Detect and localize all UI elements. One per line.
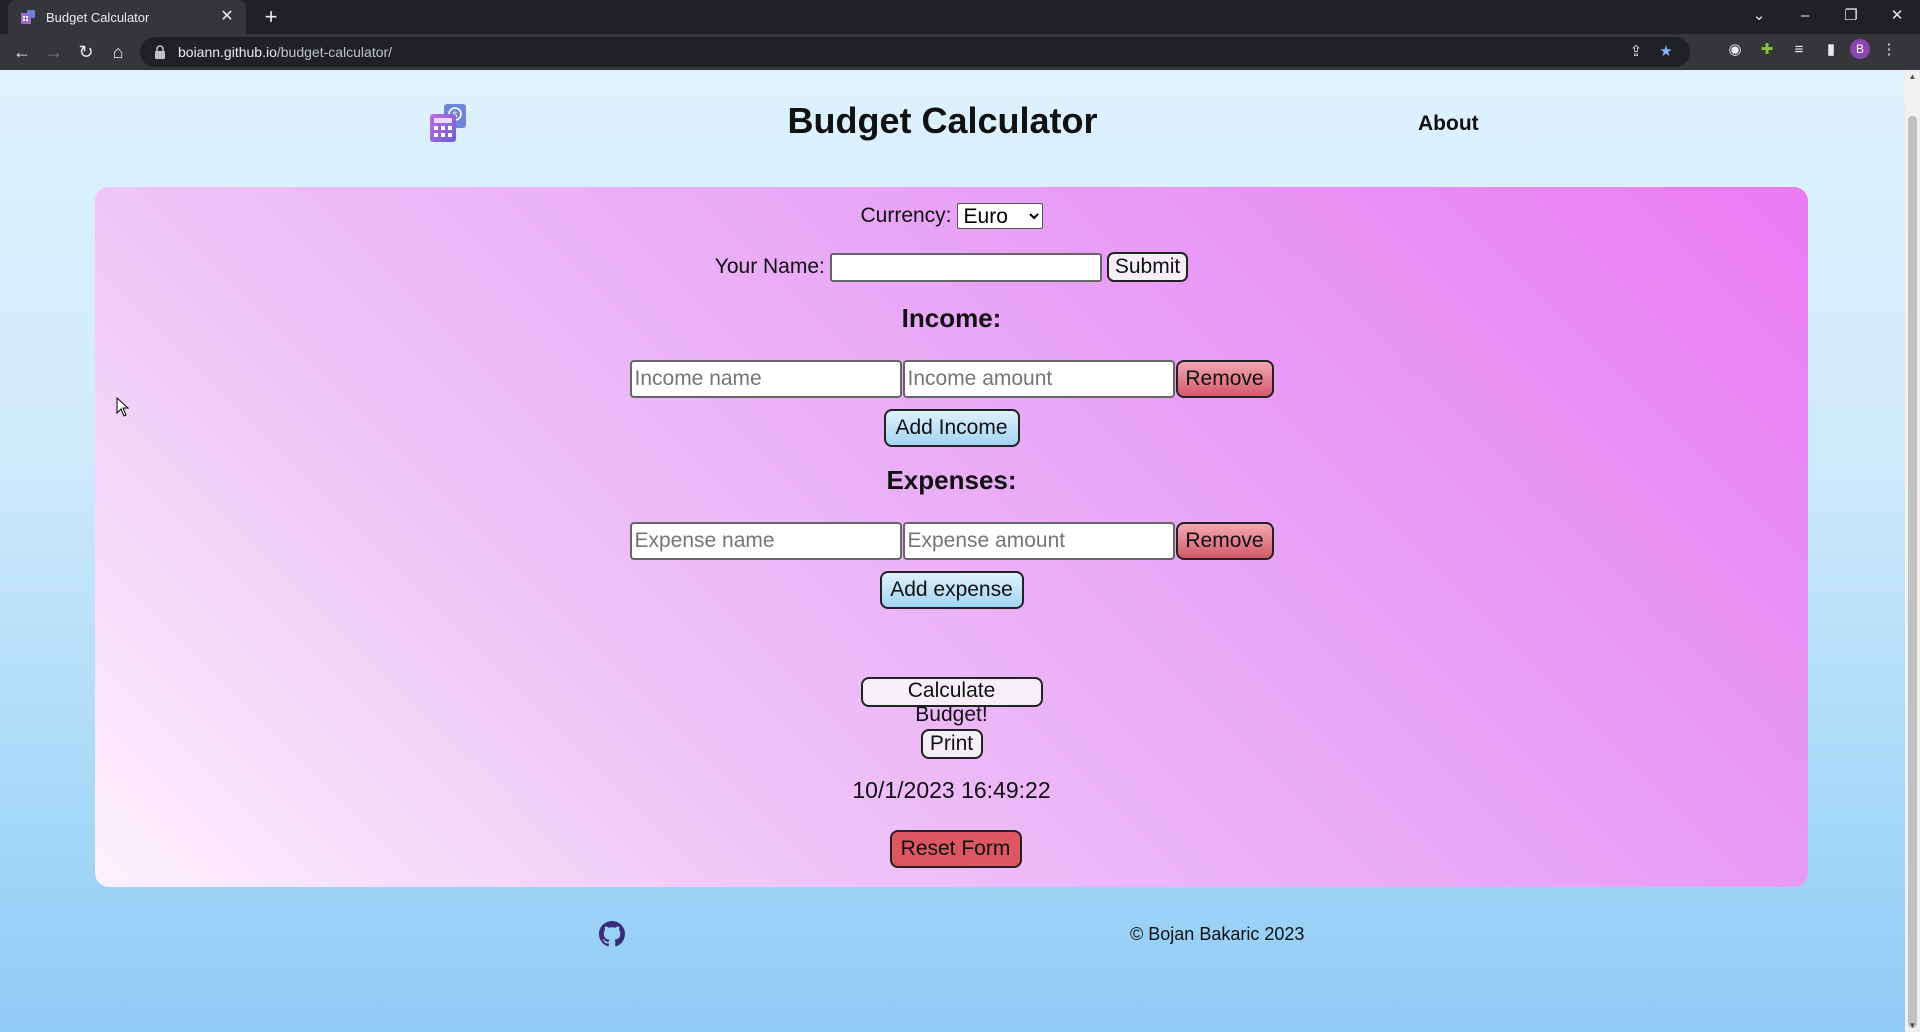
address-bar[interactable]: boiann.github.io/budget-calculator/ ⇪ ★ bbox=[140, 37, 1690, 67]
about-link[interactable]: About bbox=[1418, 112, 1479, 136]
mouse-cursor-icon bbox=[116, 397, 130, 417]
tab-close-icon[interactable]: ✕ bbox=[218, 8, 236, 26]
browser-toolbar: ← → ↻ ⌂ boiann.github.io/budget-calculat… bbox=[0, 34, 1920, 70]
page-title: Budget Calculator bbox=[787, 100, 1098, 141]
print-row: Print bbox=[95, 729, 1808, 759]
budget-form-card: Currency: Euro Your Name: Submit Income:… bbox=[95, 187, 1808, 887]
income-amount-input[interactable] bbox=[902, 360, 1175, 398]
browser-tab[interactable]: Budget Calculator ✕ bbox=[8, 0, 246, 34]
scrollbar-thumb[interactable] bbox=[1908, 116, 1917, 1028]
print-button[interactable]: Print bbox=[920, 729, 983, 759]
datetime-text: 10/1/2023 16:49:22 bbox=[852, 777, 1051, 803]
reset-row: Reset Form bbox=[95, 830, 1808, 868]
expense-amount-input[interactable] bbox=[902, 522, 1175, 560]
copyright-owner: Bojan Bakaric 2023 bbox=[1148, 924, 1305, 944]
add-expense-button[interactable]: Add expense bbox=[879, 571, 1024, 609]
expense-name-input[interactable] bbox=[629, 522, 902, 560]
calculate-row: Calculate Budget! bbox=[95, 677, 1808, 726]
expense-entry-row: Remove bbox=[95, 522, 1808, 560]
income-remove-button[interactable]: Remove bbox=[1175, 360, 1274, 398]
window-close-icon[interactable]: ✕ bbox=[1874, 0, 1920, 30]
site-footer: © Bojan Bakaric 2023 bbox=[0, 910, 1905, 950]
reset-form-button[interactable]: Reset Form bbox=[889, 830, 1022, 868]
extension-icon[interactable]: ◉ bbox=[1722, 36, 1748, 62]
name-row: Your Name: Submit bbox=[95, 252, 1808, 282]
copyright-text: © Bojan Bakaric 2023 bbox=[1130, 924, 1304, 945]
scroll-up-icon[interactable]: ▲ bbox=[1905, 72, 1920, 81]
profile-avatar[interactable]: B bbox=[1850, 39, 1870, 59]
datetime-row: 10/1/2023 16:49:22 bbox=[95, 777, 1808, 804]
window-controls: ⌄ – ❐ ✕ bbox=[1736, 0, 1920, 30]
extensions-area: ◉ ✚ ≡ ▮ B ⋮ bbox=[1722, 36, 1902, 62]
home-icon[interactable]: ⌂ bbox=[102, 36, 134, 68]
site-header: $ Budget Calculator About bbox=[0, 70, 1905, 180]
name-label: Your Name: bbox=[714, 255, 825, 278]
expense-remove-button[interactable]: Remove bbox=[1175, 522, 1274, 560]
currency-label: Currency: bbox=[860, 204, 952, 227]
calculate-budget-button[interactable]: Calculate Budget! bbox=[860, 677, 1043, 726]
income-heading: Income: bbox=[901, 303, 1002, 333]
minimize-icon[interactable]: – bbox=[1782, 0, 1828, 30]
browser-tabstrip: Budget Calculator ✕ + ⌄ – ❐ ✕ bbox=[0, 0, 1920, 34]
reload-icon[interactable]: ↻ bbox=[70, 36, 102, 68]
github-icon[interactable] bbox=[599, 921, 625, 947]
lock-icon bbox=[154, 45, 168, 59]
side-panel-icon[interactable]: ▮ bbox=[1818, 36, 1844, 62]
browser-menu-icon[interactable]: ⋮ bbox=[1876, 36, 1902, 62]
calculator-favicon-icon bbox=[20, 9, 36, 25]
add-income-row: Add Income bbox=[95, 409, 1808, 447]
income-entry-row: Remove bbox=[95, 360, 1808, 398]
puzzle-extensions-icon[interactable]: ✚ bbox=[1754, 36, 1780, 62]
back-icon[interactable]: ← bbox=[6, 36, 38, 68]
page-viewport: $ Budget Calculator About Currency: Euro… bbox=[0, 70, 1905, 1032]
tab-title: Budget Calculator bbox=[46, 9, 150, 25]
url-path: /budget-calculator/ bbox=[276, 44, 393, 60]
url-text: boiann.github.io/budget-calculator/ bbox=[178, 44, 392, 60]
omnibox-actions: ⇪ ★ bbox=[1626, 42, 1676, 60]
expenses-heading-row: Expenses: bbox=[95, 465, 1808, 496]
media-control-icon[interactable]: ≡ bbox=[1786, 36, 1812, 62]
add-expense-row: Add expense bbox=[95, 571, 1808, 609]
currency-select[interactable]: Euro bbox=[956, 203, 1043, 229]
income-heading-row: Income: bbox=[95, 303, 1808, 334]
tab-search-icon[interactable]: ⌄ bbox=[1736, 0, 1782, 30]
expenses-heading: Expenses: bbox=[886, 465, 1017, 495]
new-tab-icon[interactable]: + bbox=[258, 4, 284, 30]
scroll-down-icon[interactable]: ▼ bbox=[1905, 1021, 1920, 1030]
copyright-icon: © bbox=[1130, 924, 1144, 944]
restore-icon[interactable]: ❐ bbox=[1828, 0, 1874, 30]
share-icon[interactable]: ⇪ bbox=[1626, 42, 1646, 60]
income-name-input[interactable] bbox=[629, 360, 902, 398]
add-income-button[interactable]: Add Income bbox=[883, 409, 1020, 447]
name-input[interactable] bbox=[829, 252, 1102, 282]
currency-row: Currency: Euro bbox=[95, 203, 1808, 229]
bookmark-star-icon[interactable]: ★ bbox=[1656, 42, 1676, 60]
forward-icon[interactable]: → bbox=[38, 36, 70, 68]
url-host: boiann.github.io bbox=[178, 44, 277, 60]
submit-button[interactable]: Submit bbox=[1106, 252, 1189, 282]
page-scrollbar[interactable]: ▲ ▼ bbox=[1905, 70, 1920, 1032]
